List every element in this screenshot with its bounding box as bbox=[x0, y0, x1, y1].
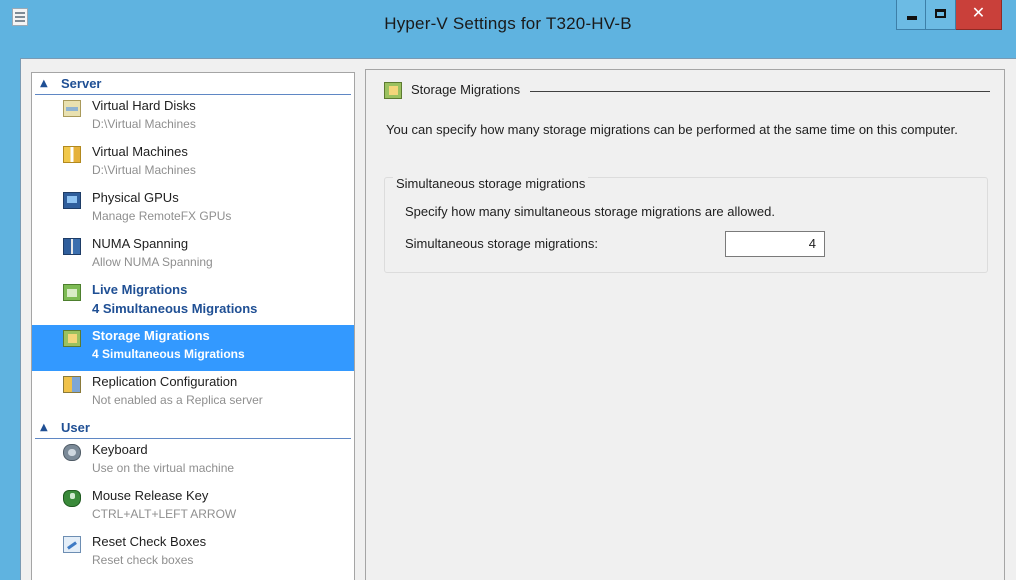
section-header-server[interactable]: ▲ Server bbox=[35, 75, 351, 95]
collapse-chevron-icon: ▲ bbox=[40, 78, 48, 89]
nav-item-reset-check-boxes[interactable]: Reset Check Boxes Reset check boxes bbox=[32, 531, 354, 577]
settings-window: Hyper-V Settings for T320-HV-B ✕ ▲ Serve… bbox=[0, 0, 1016, 580]
nav-item-sub: Reset check boxes bbox=[92, 553, 194, 567]
numa-icon bbox=[63, 238, 81, 255]
collapse-chevron-icon: ▲ bbox=[40, 422, 48, 433]
title-bar[interactable]: Hyper-V Settings for T320-HV-B ✕ bbox=[0, 0, 1016, 50]
gpu-icon bbox=[63, 192, 81, 209]
section-header-label: Server bbox=[61, 76, 102, 91]
nav-item-keyboard[interactable]: Keyboard Use on the virtual machine bbox=[32, 439, 354, 485]
reset-checkbox-icon bbox=[63, 536, 81, 553]
nav-item-virtual-machines[interactable]: Virtual Machines D:\Virtual Machines bbox=[32, 141, 354, 187]
live-migration-icon bbox=[63, 284, 81, 301]
nav-item-sub: D:\Virtual Machines bbox=[92, 117, 196, 131]
nav-item-label: Storage Migrations bbox=[92, 328, 210, 343]
header-divider bbox=[514, 91, 990, 92]
nav-item-numa-spanning[interactable]: NUMA Spanning Allow NUMA Spanning bbox=[32, 233, 354, 279]
maximize-button[interactable] bbox=[926, 0, 956, 30]
page-title: Storage Migrations bbox=[411, 82, 531, 97]
nav-item-virtual-hard-disks[interactable]: Virtual Hard Disks D:\Virtual Machines bbox=[32, 95, 354, 141]
section-header-user[interactable]: ▲ User bbox=[35, 419, 351, 439]
minimize-icon bbox=[897, 0, 925, 29]
page-description: You can specify how many storage migrati… bbox=[386, 122, 958, 137]
virtual-hard-disk-icon bbox=[63, 100, 81, 117]
nav-item-sub: Manage RemoteFX GPUs bbox=[92, 209, 232, 223]
settings-content-panel: Storage Migrations You can specify how m… bbox=[365, 69, 1005, 580]
nav-item-label: Reset Check Boxes bbox=[92, 534, 207, 549]
simultaneous-migrations-input[interactable]: 4 bbox=[725, 231, 825, 257]
nav-item-sub: 4 Simultaneous Migrations bbox=[92, 347, 245, 361]
virtual-machines-folder-icon bbox=[63, 146, 81, 163]
storage-migration-icon bbox=[384, 82, 402, 99]
simultaneous-migrations-group: Simultaneous storage migrations Specify … bbox=[384, 176, 988, 273]
group-title: Simultaneous storage migrations bbox=[393, 176, 589, 191]
minimize-button[interactable] bbox=[896, 0, 926, 30]
nav-item-label: Physical GPUs bbox=[92, 190, 179, 205]
window-controls: ✕ bbox=[896, 0, 1002, 30]
keyboard-icon bbox=[63, 444, 81, 461]
nav-item-label: Mouse Release Key bbox=[92, 488, 209, 503]
nav-item-label: Keyboard bbox=[92, 442, 148, 457]
nav-item-sub: CTRL+ALT+LEFT ARROW bbox=[92, 507, 237, 521]
window-title: Hyper-V Settings for T320-HV-B bbox=[384, 14, 632, 33]
close-icon: ✕ bbox=[971, 3, 986, 22]
content-header: Storage Migrations bbox=[384, 80, 990, 102]
nav-item-mouse-release-key[interactable]: Mouse Release Key CTRL+ALT+LEFT ARROW bbox=[32, 485, 354, 531]
group-instructions: Specify how many simultaneous storage mi… bbox=[405, 204, 775, 219]
nav-item-label: Virtual Machines bbox=[92, 144, 188, 159]
nav-item-label: Live Migrations bbox=[92, 282, 188, 297]
nav-item-live-migrations[interactable]: Live Migrations 4 Simultaneous Migration… bbox=[32, 279, 354, 325]
storage-migration-icon bbox=[63, 330, 81, 347]
simultaneous-migrations-label: Simultaneous storage migrations: bbox=[405, 236, 598, 251]
client-area: ▲ Server Virtual Hard Disks D:\Virtual M… bbox=[20, 58, 1016, 580]
mouse-icon bbox=[63, 490, 81, 507]
nav-item-sub: 4 Simultaneous Migrations bbox=[92, 301, 258, 316]
settings-nav: ▲ Server Virtual Hard Disks D:\Virtual M… bbox=[31, 72, 355, 580]
nav-item-label: Replication Configuration bbox=[92, 374, 238, 389]
close-button[interactable]: ✕ bbox=[956, 0, 1002, 30]
replication-icon bbox=[63, 376, 81, 393]
nav-item-label: NUMA Spanning bbox=[92, 236, 189, 251]
nav-item-sub: Not enabled as a Replica server bbox=[92, 393, 263, 407]
nav-item-label: Virtual Hard Disks bbox=[92, 98, 196, 113]
maximize-icon bbox=[926, 0, 955, 29]
section-header-label: User bbox=[61, 420, 90, 435]
nav-item-storage-migrations[interactable]: Storage Migrations 4 Simultaneous Migrat… bbox=[32, 325, 354, 371]
nav-item-physical-gpus[interactable]: Physical GPUs Manage RemoteFX GPUs bbox=[32, 187, 354, 233]
nav-item-replication-configuration[interactable]: Replication Configuration Not enabled as… bbox=[32, 371, 354, 417]
nav-item-sub: D:\Virtual Machines bbox=[92, 163, 196, 177]
nav-item-sub: Use on the virtual machine bbox=[92, 461, 235, 475]
nav-item-sub: Allow NUMA Spanning bbox=[92, 255, 213, 269]
